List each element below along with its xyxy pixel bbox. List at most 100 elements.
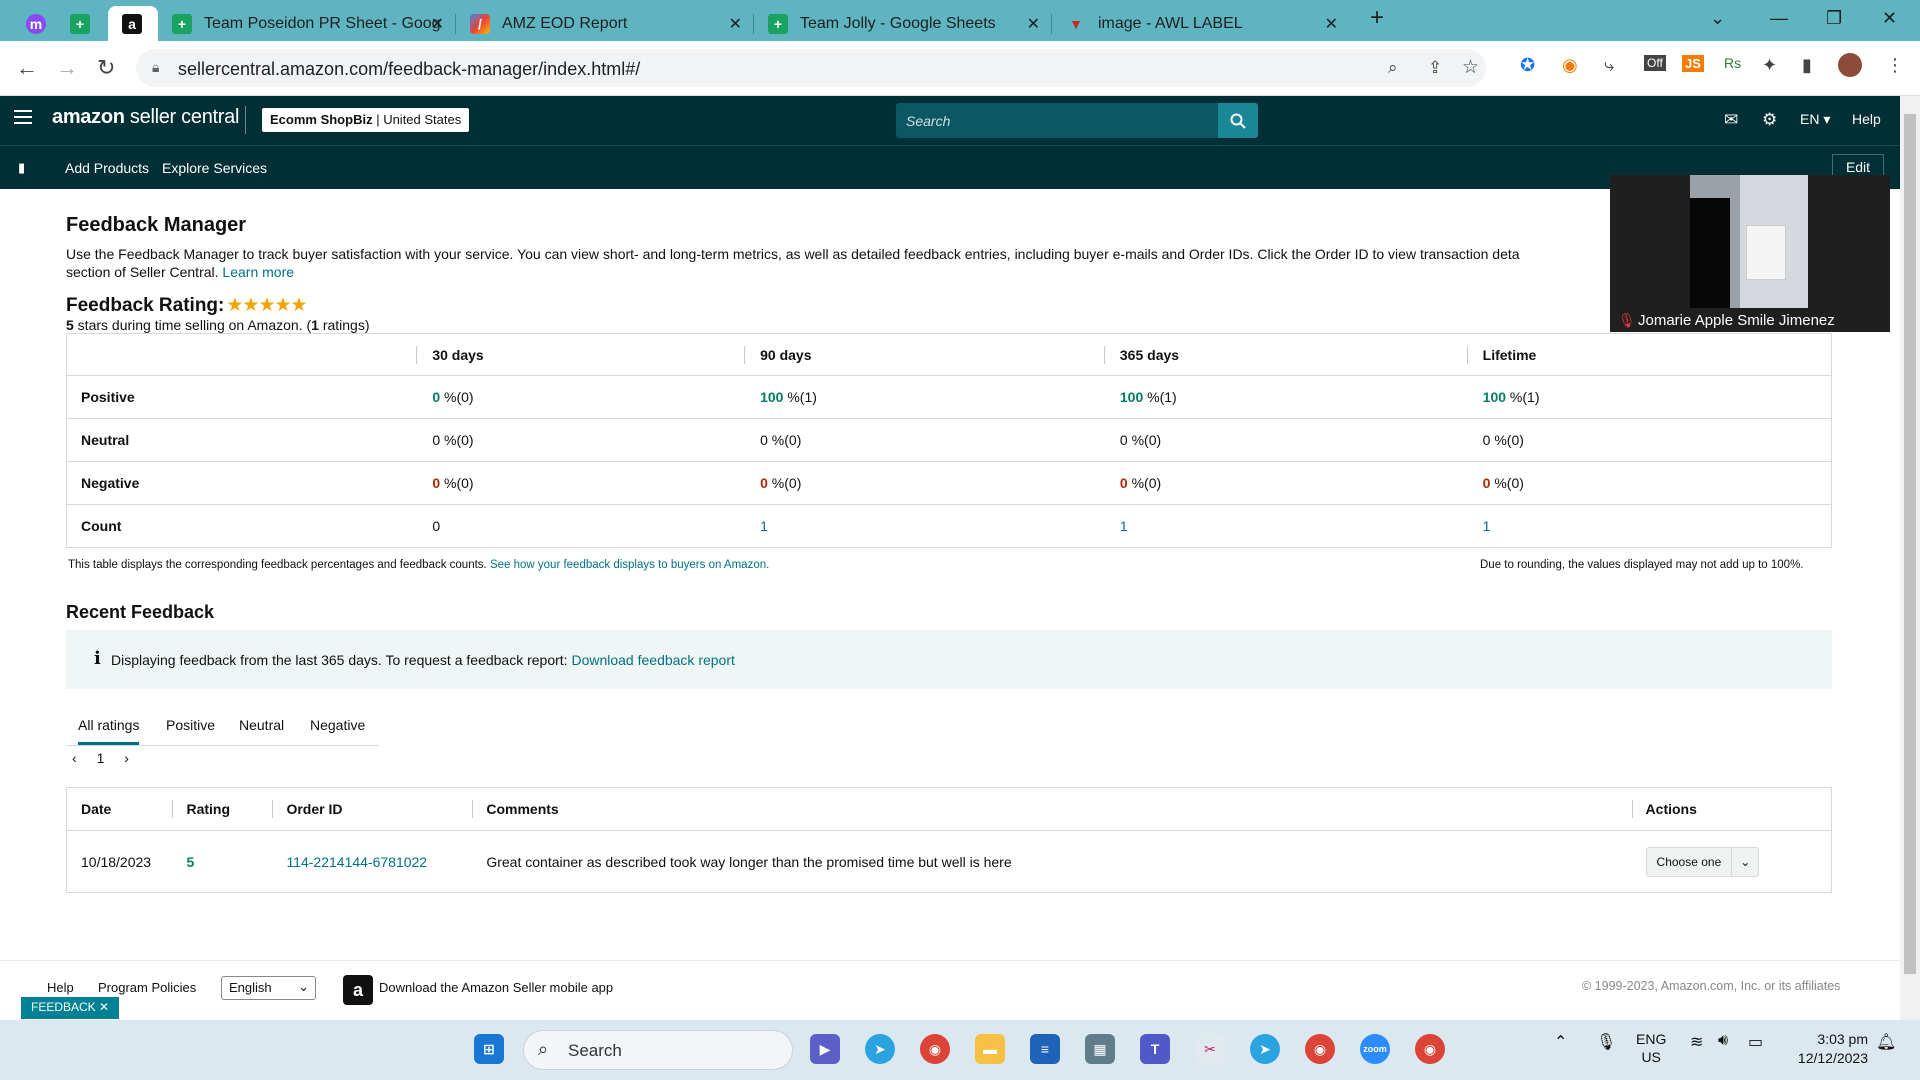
- hamburger-menu-icon[interactable]: [14, 110, 32, 128]
- language-selector[interactable]: EN ▾: [1800, 111, 1830, 128]
- close-icon[interactable]: ✕: [1027, 14, 1040, 34]
- forward-arrow-icon[interactable]: →: [56, 55, 78, 81]
- search-input[interactable]: Search: [896, 103, 1258, 138]
- zoom-icon[interactable]: zoom: [1360, 1034, 1390, 1064]
- back-arrow-icon[interactable]: ←: [16, 55, 38, 81]
- telegram-icon[interactable]: ➤: [1250, 1034, 1280, 1064]
- menu-dots-icon[interactable]: ⋮: [1886, 55, 1904, 76]
- star-rating-icon: ★★★★★: [226, 295, 307, 316]
- bookmark-icon[interactable]: ▮: [18, 160, 25, 176]
- column-header: [67, 334, 417, 376]
- tab-team-jolly[interactable]: + Team Jolly - Google Sheets ✕: [756, 6, 1052, 41]
- share-icon[interactable]: ⇪: [1428, 58, 1442, 78]
- tab-amazon[interactable]: a: [108, 6, 158, 41]
- address-bar[interactable]: 🔒︎ sellercentral.amazon.com/feedback-man…: [136, 49, 1486, 87]
- amazon-app-icon[interactable]: a: [343, 975, 373, 1005]
- footer-language-select[interactable]: English ⌄: [221, 976, 316, 1000]
- chrome-icon[interactable]: ◉: [1305, 1034, 1335, 1064]
- video-call-tile[interactable]: 🎙︎ Jomarie Apple Smile Jimenez: [1610, 175, 1890, 332]
- close-icon[interactable]: ✕: [1325, 14, 1338, 34]
- notepad-icon[interactable]: ≡: [1030, 1034, 1060, 1064]
- microphone-icon[interactable]: 🎙︎: [1596, 1032, 1616, 1052]
- feedback-display-link[interactable]: See how your feedback displays to buyers…: [490, 559, 769, 571]
- previous-page-icon[interactable]: ‹: [72, 750, 77, 766]
- windows-start-icon[interactable]: ⊞: [474, 1034, 504, 1064]
- puzzle-icon[interactable]: ✦: [1762, 55, 1777, 76]
- extension-icon[interactable]: ✪: [1520, 55, 1535, 76]
- tab-team-poseidon[interactable]: + Team Poseidon PR Sheet - Goog ✕: [160, 6, 456, 41]
- gear-icon[interactable]: ⚙: [1762, 110, 1777, 130]
- chevron-down-icon: ⌄: [1740, 854, 1751, 869]
- next-page-icon[interactable]: ›: [124, 750, 129, 766]
- column-header: Comments: [472, 788, 1631, 831]
- tab-google-sheets[interactable]: +: [58, 6, 104, 41]
- column-divider: [472, 800, 474, 818]
- side-panel-icon[interactable]: ▮: [1802, 55, 1812, 76]
- tab-messenger[interactable]: m: [12, 6, 58, 41]
- tab-all-ratings[interactable]: All ratings: [78, 717, 140, 745]
- tab-awl-label[interactable]: ▼ image - AWL LABEL ✕: [1054, 6, 1350, 41]
- footer-help-link[interactable]: Help: [47, 980, 74, 995]
- order-id-link[interactable]: 114-2214144-6781022: [286, 854, 427, 870]
- tray-chevron-up-icon[interactable]: ⌃: [1554, 1032, 1567, 1052]
- new-tab-button[interactable]: +: [1370, 4, 1384, 32]
- help-link[interactable]: Help: [1852, 111, 1881, 127]
- download-app-link[interactable]: Download the Amazon Seller mobile app: [379, 980, 613, 995]
- seller-central-logo[interactable]: amazon seller central: [52, 106, 239, 129]
- tab-negative[interactable]: Negative: [310, 717, 365, 733]
- telegram-icon[interactable]: ➤: [865, 1034, 895, 1064]
- search-button[interactable]: [1218, 103, 1258, 138]
- minimize-button[interactable]: —: [1770, 8, 1788, 29]
- bookmark-star-icon[interactable]: ☆: [1462, 56, 1479, 79]
- snipping-tool-icon[interactable]: ✂: [1195, 1034, 1225, 1064]
- notification-bell-icon[interactable]: 🔔︎: [1876, 1032, 1896, 1052]
- tab-positive[interactable]: Positive: [166, 717, 215, 733]
- mail-icon[interactable]: ✉: [1724, 110, 1738, 130]
- page-scrollbar[interactable]: [1900, 96, 1920, 1020]
- extension-js-icon[interactable]: JS: [1682, 55, 1704, 72]
- reload-icon[interactable]: ↻: [97, 55, 115, 81]
- extension-icon[interactable]: Rs: [1724, 55, 1741, 71]
- extension-icon[interactable]: ⤷: [1604, 55, 1614, 76]
- close-icon[interactable]: ✕: [431, 14, 444, 34]
- calculator-icon[interactable]: ▦: [1085, 1034, 1115, 1064]
- close-window-button[interactable]: ✕: [1882, 8, 1897, 29]
- taskbar-clock[interactable]: 3:03 pm 12/12/2023: [1788, 1030, 1868, 1068]
- search-placeholder: Search: [906, 113, 951, 129]
- add-products-link[interactable]: Add Products: [65, 160, 149, 176]
- tab-neutral[interactable]: Neutral: [239, 717, 284, 733]
- feedback-tab-button[interactable]: FEEDBACK ✕: [21, 997, 120, 1019]
- teams-icon[interactable]: T: [1140, 1034, 1170, 1064]
- page-number[interactable]: 1: [97, 750, 105, 766]
- close-icon[interactable]: ✕: [99, 1000, 109, 1014]
- input-language[interactable]: ENG US: [1636, 1030, 1666, 1066]
- download-feedback-report-link[interactable]: Download feedback report: [571, 652, 734, 668]
- wifi-icon[interactable]: ≋: [1690, 1032, 1703, 1052]
- zoom-icon[interactable]: ⌕: [1388, 58, 1398, 78]
- tab-amz-eod-report[interactable]: / AMZ EOD Report ✕: [458, 6, 754, 41]
- volume-icon[interactable]: 🔊︎: [1718, 1032, 1728, 1050]
- actions-dropdown[interactable]: Choose one ⌄: [1645, 846, 1760, 877]
- scrollbar-thumb[interactable]: [1904, 114, 1916, 974]
- meet-icon[interactable]: ▶: [810, 1034, 840, 1064]
- restore-button[interactable]: ❐: [1826, 8, 1842, 29]
- battery-icon[interactable]: ▭: [1748, 1032, 1763, 1052]
- chrome-icon[interactable]: ◉: [920, 1034, 950, 1064]
- tab-search-chevron-icon[interactable]: ⌄: [1710, 8, 1725, 29]
- taskbar-search[interactable]: ⌕ Search: [523, 1030, 793, 1070]
- account-switcher[interactable]: Ecomm ShopBiz | United States: [262, 108, 470, 132]
- extension-off-icon[interactable]: Off: [1644, 55, 1666, 71]
- tab-title: image - AWL LABEL: [1098, 14, 1243, 32]
- file-explorer-icon[interactable]: ▬: [975, 1034, 1005, 1064]
- extension-icon[interactable]: ◉: [1562, 55, 1578, 76]
- learn-more-link[interactable]: Learn more: [222, 264, 294, 280]
- program-policies-link[interactable]: Program Policies: [98, 980, 196, 995]
- chrome-icon[interactable]: ◉: [1415, 1034, 1445, 1064]
- rating-summary-text: ratings): [318, 317, 370, 333]
- profile-avatar[interactable]: [1838, 53, 1862, 77]
- close-icon[interactable]: ✕: [729, 14, 742, 34]
- explore-services-link[interactable]: Explore Services: [162, 160, 267, 176]
- region-code: US: [1641, 1049, 1661, 1065]
- tab-separator: [455, 14, 456, 34]
- copyright: © 1999-2023, Amazon.com, Inc. or its aff…: [1582, 979, 1841, 993]
